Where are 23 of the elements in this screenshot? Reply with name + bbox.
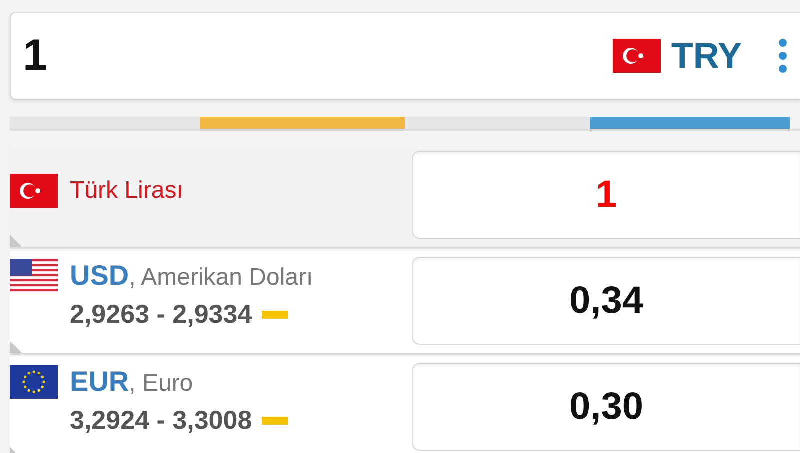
eu-flag-icon [10,365,58,399]
converted-value: 0,30 [570,386,644,428]
currency-row[interactable]: EUR, Euro 3,2924 - 3,3008 0,30 [10,357,800,453]
currency-name: Türk Lirası [70,177,184,205]
us-flag-icon [10,259,58,293]
amount-field[interactable]: 1 TRY [10,12,800,100]
converted-value-field[interactable]: 0,34 [412,257,800,345]
converted-value-field[interactable]: 1 [412,151,800,239]
converted-value: 0,34 [570,280,644,322]
converted-value: 1 [596,174,618,216]
converted-value-field[interactable]: 0,30 [412,363,800,451]
rate-range: 2,9263 - 2,9334 [70,299,252,330]
more-options-icon[interactable] [778,38,788,74]
rate-range: 3,2924 - 3,3008 [70,405,252,436]
turkish-flag-icon [10,174,58,208]
currency-row[interactable]: USD, Amerikan Doları 2,9263 - 2,9334 0,34 [10,251,800,355]
currency-name: USD, Amerikan Doları [70,260,314,292]
currency-selector[interactable]: TRY [671,35,742,77]
currency-name: EUR, Euro [70,366,194,398]
unchanged-trend-icon [262,416,288,424]
amount-value: 1 [23,31,48,81]
turkish-flag-icon [613,39,662,73]
unchanged-trend-icon [262,310,288,318]
